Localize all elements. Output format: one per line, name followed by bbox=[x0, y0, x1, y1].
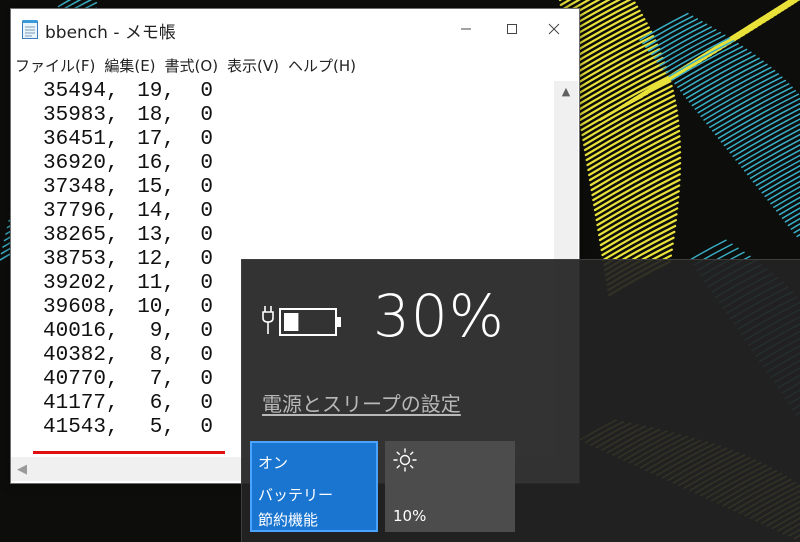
text-line: 37348,15,0 bbox=[11, 177, 251, 199]
text-line: 35983,18,0 bbox=[11, 105, 251, 127]
text-line: 40016,9,0 bbox=[11, 321, 251, 343]
menu-view[interactable]: 表示(V) bbox=[223, 55, 284, 76]
battery-saver-label: バッテリー bbox=[258, 484, 333, 505]
red-underline-marker bbox=[33, 451, 225, 454]
minimize-icon bbox=[460, 23, 472, 35]
text-line: 38753,12,0 bbox=[11, 249, 251, 271]
battery-saver-tile[interactable]: オン バッテリー 節約機能 bbox=[250, 441, 378, 532]
menu-help[interactable]: ヘルプ(H) bbox=[284, 55, 361, 76]
text-line: 41177,6,0 bbox=[11, 393, 251, 415]
power-sleep-settings-link[interactable]: 電源とスリープの設定 bbox=[262, 388, 461, 417]
text-line: 35494,19,0 bbox=[11, 81, 251, 103]
brightness-tile[interactable]: 10% bbox=[385, 441, 515, 532]
notepad-icon bbox=[21, 19, 39, 39]
battery-percent: 30% bbox=[373, 282, 505, 350]
chevron-up-icon[interactable]: ▲ bbox=[554, 81, 578, 101]
text-line: 37796,14,0 bbox=[11, 201, 251, 223]
brightness-level: 10% bbox=[393, 507, 426, 525]
text-line: 36920,16,0 bbox=[11, 153, 251, 175]
close-button[interactable] bbox=[531, 9, 577, 49]
menu-format[interactable]: 書式(O) bbox=[161, 55, 224, 76]
title-bar[interactable]: bbench - メモ帳 bbox=[11, 9, 579, 49]
text-line: 38265,13,0 bbox=[11, 225, 251, 247]
battery-saver-state: オン bbox=[258, 452, 288, 473]
text-line: 36451,17,0 bbox=[11, 129, 251, 151]
battery-flyout: 30% 電源とスリープの設定 オン バッテリー 節約機能 10% bbox=[241, 259, 800, 542]
menu-bar: ファイル(F) 編集(E) 書式(O) 表示(V) ヘルプ(H) bbox=[11, 53, 579, 77]
maximize-icon bbox=[506, 23, 518, 35]
battery-charging-icon bbox=[262, 300, 346, 338]
text-line: 39608,10,0 bbox=[11, 297, 251, 319]
chevron-left-icon[interactable]: ◀ bbox=[11, 457, 33, 481]
close-icon bbox=[548, 23, 560, 35]
minimize-button[interactable] bbox=[443, 9, 489, 49]
menu-edit[interactable]: 編集(E) bbox=[100, 55, 160, 76]
text-line: 40382,8,0 bbox=[11, 345, 251, 367]
text-line: 39202,11,0 bbox=[11, 273, 251, 295]
sun-icon bbox=[393, 448, 417, 472]
window-title: bbench - メモ帳 bbox=[45, 18, 176, 43]
menu-file[interactable]: ファイル(F) bbox=[11, 55, 100, 76]
text-line: 41543,5,0 bbox=[11, 417, 251, 439]
battery-saver-label: 節約機能 bbox=[258, 509, 318, 530]
maximize-button[interactable] bbox=[489, 9, 535, 49]
text-line: 40770,7,0 bbox=[11, 369, 251, 391]
